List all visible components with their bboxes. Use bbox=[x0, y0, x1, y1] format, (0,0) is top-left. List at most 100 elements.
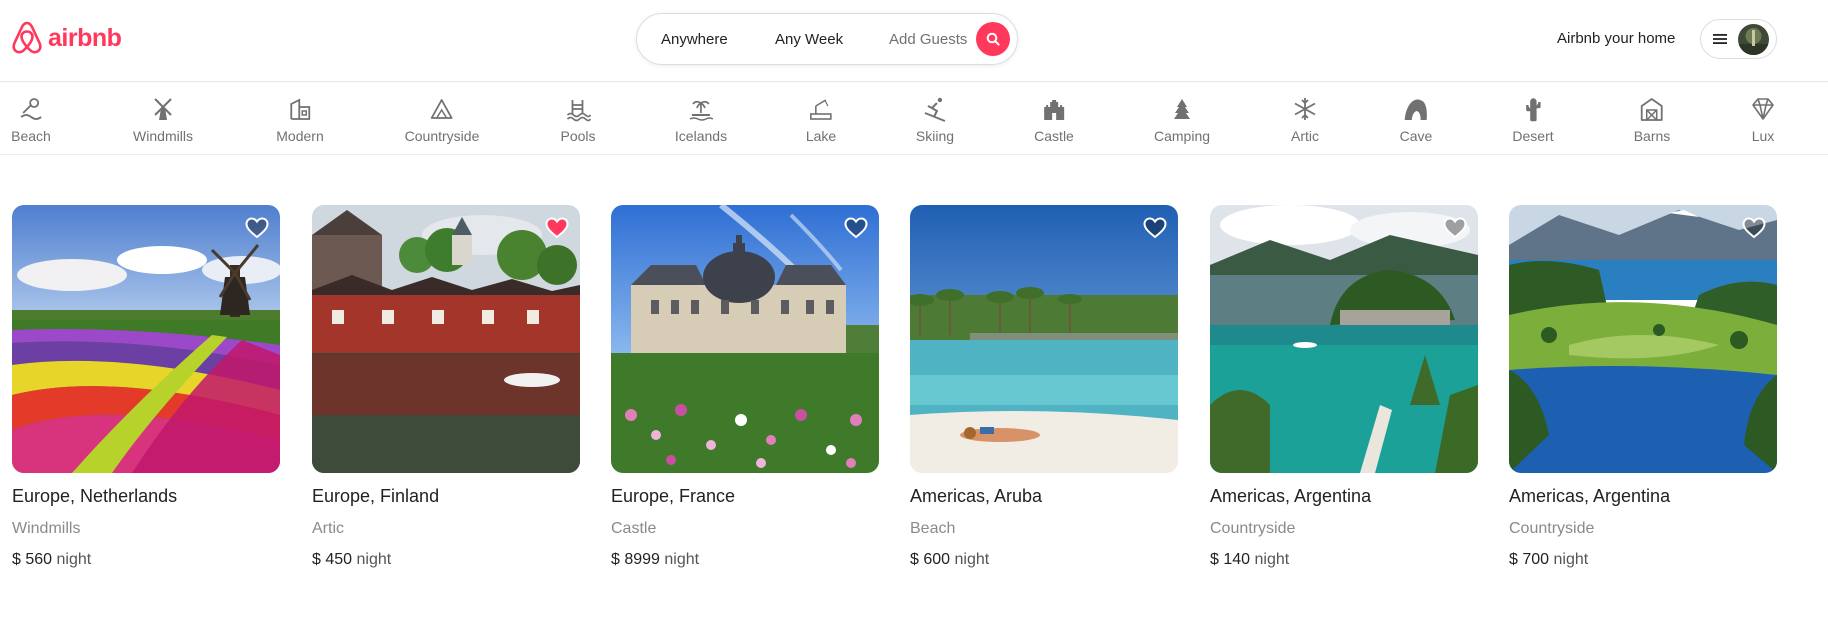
listing-category: Windmills bbox=[12, 520, 81, 537]
tulip-field-photo bbox=[12, 205, 280, 473]
island-icon bbox=[689, 100, 714, 121]
category-camping[interactable]: Camping bbox=[1154, 96, 1210, 144]
listing-photo[interactable] bbox=[611, 205, 879, 473]
camping-icon bbox=[1174, 99, 1190, 119]
listing-photo[interactable] bbox=[910, 205, 1178, 473]
airbnb-logo[interactable]: airbnb bbox=[11, 20, 122, 56]
category-beach[interactable]: Beach bbox=[11, 96, 51, 144]
listing-photo[interactable] bbox=[1509, 205, 1777, 473]
diamond-icon bbox=[1752, 98, 1774, 120]
top-header: airbnb Anywhere Any Week Add Guests Airb… bbox=[0, 0, 1828, 82]
category-cave[interactable]: Cave bbox=[1399, 96, 1433, 144]
listing-photo[interactable] bbox=[312, 205, 580, 473]
cave-icon bbox=[1405, 99, 1428, 120]
listing-location: Europe, France bbox=[611, 486, 736, 506]
mountain-icon bbox=[431, 99, 453, 119]
red-boathouses-photo bbox=[312, 205, 580, 473]
category-label: Artic bbox=[1291, 128, 1319, 144]
listing-category: Artic bbox=[312, 520, 344, 537]
category-label: Lake bbox=[805, 128, 837, 144]
favorite-heart-icon[interactable] bbox=[1741, 215, 1767, 241]
valley-lake-photo bbox=[1509, 205, 1777, 473]
listing-location: Europe, Netherlands bbox=[12, 486, 178, 506]
category-label: Modern bbox=[276, 128, 324, 144]
listing-location: Americas, Argentina bbox=[1210, 486, 1372, 506]
listing-price: $ 140 night bbox=[1210, 551, 1478, 569]
category-modern[interactable]: Modern bbox=[276, 96, 324, 144]
category-countryside[interactable]: Countryside bbox=[405, 96, 479, 144]
airbnb-logo-icon bbox=[12, 21, 42, 54]
listing-price: $ 600 night bbox=[910, 551, 1178, 569]
favorite-heart-icon[interactable] bbox=[1442, 215, 1468, 241]
category-label: Beach bbox=[11, 128, 51, 144]
listing-category: Beach bbox=[910, 520, 956, 537]
search-button[interactable] bbox=[976, 22, 1010, 56]
category-icelands[interactable]: Icelands bbox=[675, 96, 727, 144]
category-label: Skiing bbox=[915, 128, 955, 144]
category-label: Icelands bbox=[674, 128, 728, 144]
category-pools[interactable]: Pools bbox=[560, 96, 596, 144]
price-amount: $ 700 bbox=[1509, 551, 1550, 568]
category-lux[interactable]: Lux bbox=[1750, 96, 1776, 144]
price-amount: $ 140 bbox=[1210, 551, 1251, 568]
cactus-icon bbox=[1525, 98, 1541, 122]
search-any-week-button[interactable]: Any Week bbox=[775, 31, 843, 48]
listing-photo[interactable] bbox=[1210, 205, 1478, 473]
snowflake-icon bbox=[1294, 98, 1316, 120]
listing-category: Countryside bbox=[1509, 520, 1595, 537]
airbnb-your-home-link[interactable]: Airbnb your home bbox=[1557, 30, 1675, 47]
listing-photo[interactable] bbox=[12, 205, 280, 473]
favorite-heart-icon[interactable] bbox=[244, 215, 270, 241]
listing-category: Castle bbox=[611, 520, 657, 537]
listing-card[interactable]: Europe, France Castle $ 8999 night bbox=[611, 205, 879, 569]
category-label: Lux bbox=[1751, 128, 1775, 144]
listing-price: $ 700 night bbox=[1509, 551, 1777, 569]
search-add-guests-button[interactable]: Add Guests bbox=[889, 31, 967, 48]
avatar bbox=[1738, 24, 1769, 55]
hamburger-icon bbox=[1713, 34, 1727, 44]
category-barns[interactable]: Barns bbox=[1633, 96, 1671, 144]
favorite-heart-icon[interactable] bbox=[1142, 215, 1168, 241]
price-unit: night bbox=[1254, 551, 1290, 568]
listing-card[interactable]: Americas, Aruba Beach $ 600 night bbox=[910, 205, 1178, 569]
price-amount: $ 450 bbox=[312, 551, 353, 568]
castle-icon bbox=[1044, 100, 1064, 120]
category-label: Desert bbox=[1512, 128, 1554, 144]
listing-category: Countryside bbox=[1210, 520, 1296, 537]
category-windmills[interactable]: Windmills bbox=[133, 96, 193, 144]
listing-card[interactable]: Americas, Argentina Countryside $ 700 ni… bbox=[1509, 205, 1777, 569]
favorite-heart-icon[interactable] bbox=[843, 215, 869, 241]
listing-location: Europe, Finland bbox=[312, 486, 440, 506]
skiing-icon bbox=[924, 97, 946, 122]
search-anywhere-button[interactable]: Anywhere bbox=[661, 31, 728, 48]
category-desert[interactable]: Desert bbox=[1512, 96, 1554, 144]
lake-icon bbox=[810, 99, 832, 120]
price-unit: night bbox=[356, 551, 392, 568]
search-icon bbox=[986, 32, 1000, 46]
lake-island-photo bbox=[1210, 205, 1478, 473]
airbnb-wordmark: airbnb bbox=[48, 23, 122, 52]
user-menu-button[interactable] bbox=[1700, 19, 1777, 59]
windmill-icon bbox=[154, 98, 172, 120]
category-label: Cave bbox=[1399, 128, 1433, 144]
price-unit: night bbox=[664, 551, 700, 568]
search-bar[interactable]: Anywhere Any Week Add Guests bbox=[636, 13, 1018, 65]
category-bar: Beach Windmills Modern Countryside Pools… bbox=[0, 82, 1828, 155]
barn-icon bbox=[1641, 98, 1663, 121]
category-label: Windmills bbox=[133, 128, 193, 144]
favorite-heart-icon[interactable] bbox=[544, 215, 570, 241]
category-label: Barns bbox=[1633, 128, 1671, 144]
listing-location: Americas, Argentina bbox=[1509, 486, 1671, 506]
chateau-photo bbox=[611, 205, 879, 473]
category-artic[interactable]: Artic bbox=[1291, 96, 1319, 144]
category-skiing[interactable]: Skiing bbox=[916, 96, 954, 144]
price-amount: $ 8999 bbox=[611, 551, 660, 568]
listing-card[interactable]: Europe, Netherlands Windmills $ 560 nigh… bbox=[12, 205, 280, 569]
category-castle[interactable]: Castle bbox=[1034, 96, 1074, 144]
listing-card[interactable]: Americas, Argentina Countryside $ 140 ni… bbox=[1210, 205, 1478, 569]
listing-card[interactable]: Europe, Finland Artic $ 450 night bbox=[312, 205, 580, 569]
category-label: Camping bbox=[1153, 128, 1211, 144]
category-lake[interactable]: Lake bbox=[806, 96, 836, 144]
modern-house-icon bbox=[290, 98, 310, 120]
price-amount: $ 600 bbox=[910, 551, 951, 568]
